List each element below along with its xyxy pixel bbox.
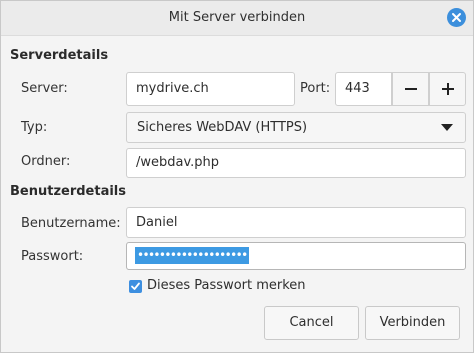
- type-dropdown[interactable]: Sicheres WebDAV (HTTPS): [126, 112, 466, 143]
- port-input[interactable]: 443: [335, 72, 392, 106]
- server-input-value: mydrive.ch: [136, 81, 209, 96]
- type-label: Typ:: [21, 120, 48, 135]
- password-label: Passwort:: [21, 249, 84, 264]
- plus-icon: [442, 83, 454, 95]
- dropdown-arrow-icon: [441, 124, 453, 131]
- server-label: Server:: [21, 81, 68, 96]
- server-input[interactable]: mydrive.ch: [126, 72, 295, 106]
- titlebar: Mit Server verbinden: [1, 1, 473, 36]
- dialog-title: Mit Server verbinden: [168, 10, 306, 25]
- username-input[interactable]: Daniel: [126, 207, 466, 238]
- folder-label: Ordner:: [21, 154, 71, 169]
- minus-icon: [405, 88, 417, 90]
- port-decrement-button[interactable]: [392, 72, 429, 106]
- close-button[interactable]: [447, 8, 466, 27]
- username-input-value: Daniel: [136, 215, 178, 230]
- checkmark-icon: [131, 282, 140, 290]
- close-icon: [452, 13, 461, 22]
- port-increment-button[interactable]: [429, 72, 466, 106]
- folder-input-value: /webdav.php: [136, 155, 220, 170]
- password-input[interactable]: ••••••••••••••••••••: [126, 242, 466, 270]
- remember-password-checkbox[interactable]: [129, 280, 142, 293]
- username-label: Benutzername:: [21, 216, 121, 231]
- connect-to-server-dialog: Mit Server verbinden Serverdetails Serve…: [0, 0, 474, 353]
- user-details-header: Benutzerdetails: [10, 184, 127, 199]
- connect-button[interactable]: Verbinden: [365, 306, 460, 340]
- port-input-value: 443: [345, 81, 370, 96]
- cancel-button[interactable]: Cancel: [264, 306, 359, 340]
- folder-input[interactable]: /webdav.php: [126, 148, 466, 178]
- password-input-value: ••••••••••••••••••••: [135, 247, 249, 264]
- port-label: Port:: [300, 81, 331, 96]
- server-details-header: Serverdetails: [10, 48, 109, 63]
- remember-password-label[interactable]: Dieses Passwort merken: [147, 278, 306, 293]
- type-dropdown-value: Sicheres WebDAV (HTTPS): [137, 120, 308, 135]
